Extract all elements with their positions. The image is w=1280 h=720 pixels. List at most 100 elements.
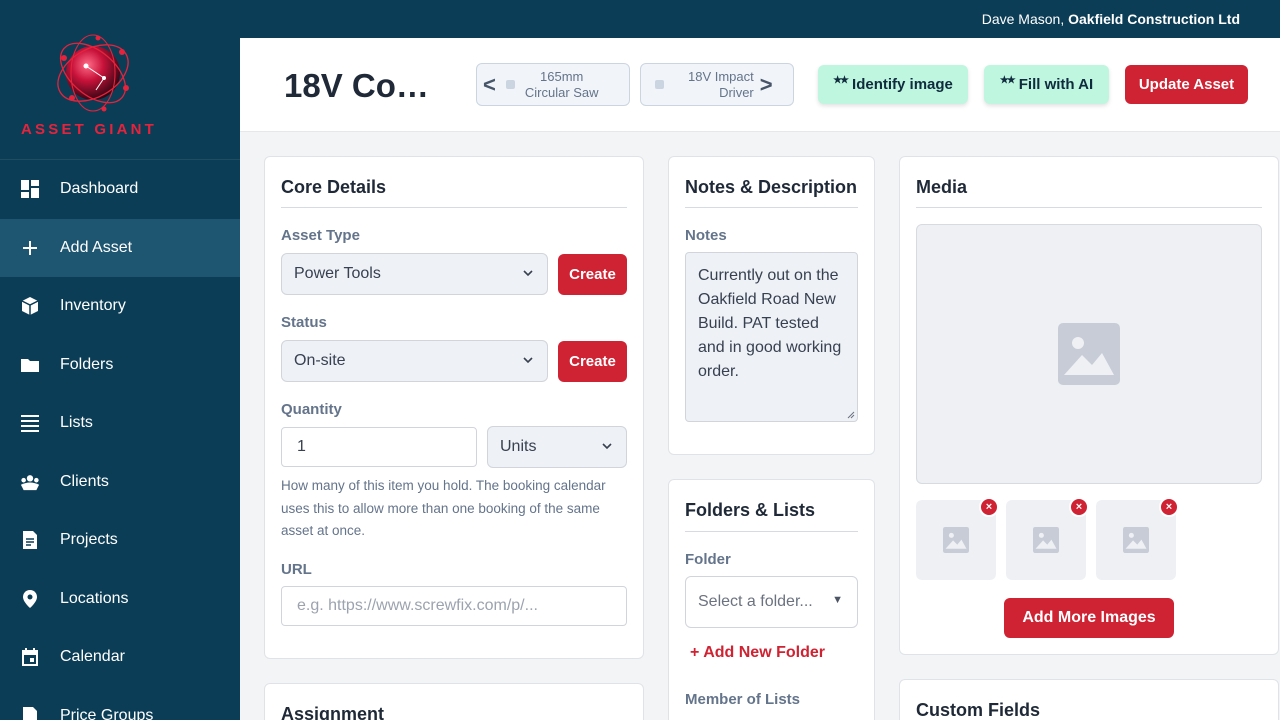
chevron-down-icon: [523, 357, 533, 364]
sidebar-item-projects[interactable]: Projects: [0, 511, 240, 570]
identify-image-label: Identify image: [852, 76, 953, 93]
fill-with-ai-button[interactable]: ★★ Fill with AI: [984, 65, 1109, 104]
divider: [685, 207, 858, 208]
image-thumbnail[interactable]: ×: [1096, 497, 1179, 580]
document-icon: [20, 530, 40, 550]
sidebar: ASSET GIANT Dashboard Add Asset Inventor…: [0, 0, 240, 720]
sparkle-icon: ★★: [833, 75, 849, 86]
sidebar-item-label: Add Asset: [60, 238, 133, 256]
asset-type-select[interactable]: Power Tools: [281, 253, 548, 295]
chevron-right-icon: >: [759, 71, 773, 97]
image-placeholder-icon: [943, 527, 969, 553]
update-asset-button[interactable]: Update Asset: [1125, 65, 1248, 104]
member-of-lists-label: Member of Lists: [685, 691, 801, 708]
sidebar-item-clients[interactable]: Clients: [0, 453, 240, 512]
unit-value: Units: [500, 438, 537, 455]
status-value: On-site: [294, 352, 346, 369]
remove-image-button[interactable]: ×: [1159, 497, 1179, 517]
divider: [916, 207, 1262, 208]
url-label: URL: [281, 561, 312, 578]
logo[interactable]: ASSET GIANT: [0, 0, 240, 160]
remove-image-button[interactable]: ×: [1069, 497, 1089, 517]
location-pin-icon: [20, 589, 40, 609]
sidebar-item-folders[interactable]: Folders: [0, 336, 240, 395]
sidebar-item-lists[interactable]: Lists: [0, 394, 240, 453]
unit-select[interactable]: Units: [487, 426, 627, 468]
main-image-preview[interactable]: [916, 224, 1262, 484]
assignment-card: Assignment: [264, 683, 644, 720]
plus-icon: [20, 238, 40, 258]
chevron-left-icon: <: [483, 71, 496, 97]
quantity-help-text: How many of this item you hold. The book…: [281, 478, 606, 538]
folder-placeholder: Select a folder...: [698, 593, 813, 610]
fill-with-ai-label: Fill with AI: [1018, 76, 1094, 93]
card-title: Assignment: [281, 704, 385, 720]
previous-asset-button[interactable]: < 165mm Circular Saw: [476, 63, 630, 106]
identify-image-button[interactable]: ★★ Identify image: [818, 65, 968, 104]
next-asset-label-line1: 18V Impact: [688, 68, 754, 84]
sidebar-item-locations[interactable]: Locations: [0, 570, 240, 629]
status-label: Status: [281, 314, 327, 331]
logo-text: ASSET GIANT: [21, 121, 158, 138]
next-asset-button[interactable]: 18V Impact Driver >: [640, 63, 794, 106]
sidebar-item-label: Clients: [60, 472, 109, 490]
sidebar-item-calendar[interactable]: Calendar: [0, 628, 240, 687]
folder-select[interactable]: Select a folder... ▼: [685, 576, 858, 628]
sidebar-item-label: Locations: [60, 589, 129, 607]
image-thumbnail[interactable]: ×: [1006, 497, 1089, 580]
box-icon: [20, 296, 40, 316]
notes-textarea[interactable]: Currently out on the Oakfield Road New B…: [685, 252, 858, 422]
divider: [281, 207, 627, 208]
image-thumbnail-icon: [505, 80, 515, 89]
sidebar-item-label: Projects: [60, 531, 118, 549]
next-asset-label-line2: Driver: [719, 84, 754, 100]
status-select[interactable]: On-site: [281, 340, 548, 382]
custom-fields-card: Custom Fields: [899, 679, 1279, 720]
previous-asset-label: 165mm Circular Saw: [525, 69, 599, 101]
notes-card: Notes & Description Notes Currently out …: [668, 156, 875, 455]
add-new-folder-link[interactable]: + Add New Folder: [690, 644, 825, 662]
sidebar-item-inventory[interactable]: Inventory: [0, 277, 240, 336]
sidebar-item-label: Dashboard: [60, 180, 139, 198]
asset-type-value: Power Tools: [294, 265, 381, 282]
folder-label: Folder: [685, 551, 731, 568]
image-placeholder-icon: [1123, 527, 1149, 553]
create-asset-type-button[interactable]: Create: [558, 254, 627, 295]
sidebar-nav: Dashboard Add Asset Inventory Folders Li…: [0, 160, 240, 720]
card-title: Custom Fields: [916, 700, 1041, 720]
sidebar-item-price-groups[interactable]: Price Groups: [0, 687, 240, 720]
create-status-button[interactable]: Create: [558, 341, 627, 382]
current-user[interactable]: Dave Mason, Oakfield Construction Ltd: [982, 11, 1240, 27]
previous-asset-label-line2: Circular Saw: [524, 84, 599, 100]
url-input[interactable]: e.g. https://www.screwfix.com/p/...: [281, 586, 627, 626]
quantity-label: Quantity: [281, 401, 342, 418]
core-details-card: Core Details Asset Type Power Tools Crea…: [264, 156, 644, 659]
chevron-down-icon: [523, 270, 533, 277]
clients-icon: [20, 472, 40, 492]
notes-label: Notes: [685, 227, 727, 244]
add-more-images-button[interactable]: Add More Images: [1004, 598, 1174, 638]
card-title: Notes & Description: [685, 177, 858, 197]
image-thumbnail[interactable]: ×: [916, 497, 999, 580]
card-title: Media: [916, 177, 968, 197]
remove-image-button[interactable]: ×: [979, 497, 999, 517]
resize-handle-icon[interactable]: [847, 411, 855, 419]
sidebar-item-dashboard[interactable]: Dashboard: [0, 160, 240, 219]
dashboard-icon: [20, 179, 40, 199]
sidebar-item-label: Inventory: [60, 297, 126, 315]
document-icon: [20, 706, 40, 720]
sidebar-item-add-asset[interactable]: Add Asset: [0, 218, 240, 277]
caret-down-icon: ▼: [832, 594, 843, 606]
sparkle-icon: ★★: [999, 75, 1016, 86]
quantity-input[interactable]: 1: [281, 427, 477, 467]
globe-logo-icon: [57, 34, 129, 112]
notes-value: Currently out on the Oakfield Road New B…: [698, 267, 842, 380]
next-asset-label: 18V Impact Driver: [688, 69, 754, 101]
calendar-icon: [20, 647, 40, 667]
company-name: Oakfield Construction Ltd: [1068, 11, 1240, 27]
sidebar-item-label: Price Groups: [60, 706, 154, 720]
page-header: 18V Co… < 165mm Circular Saw 18V Impact …: [240, 38, 1280, 132]
media-card: Media × × × Add More Images: [899, 156, 1279, 655]
card-title: Core Details: [281, 177, 387, 197]
sidebar-item-label: Calendar: [60, 648, 125, 666]
